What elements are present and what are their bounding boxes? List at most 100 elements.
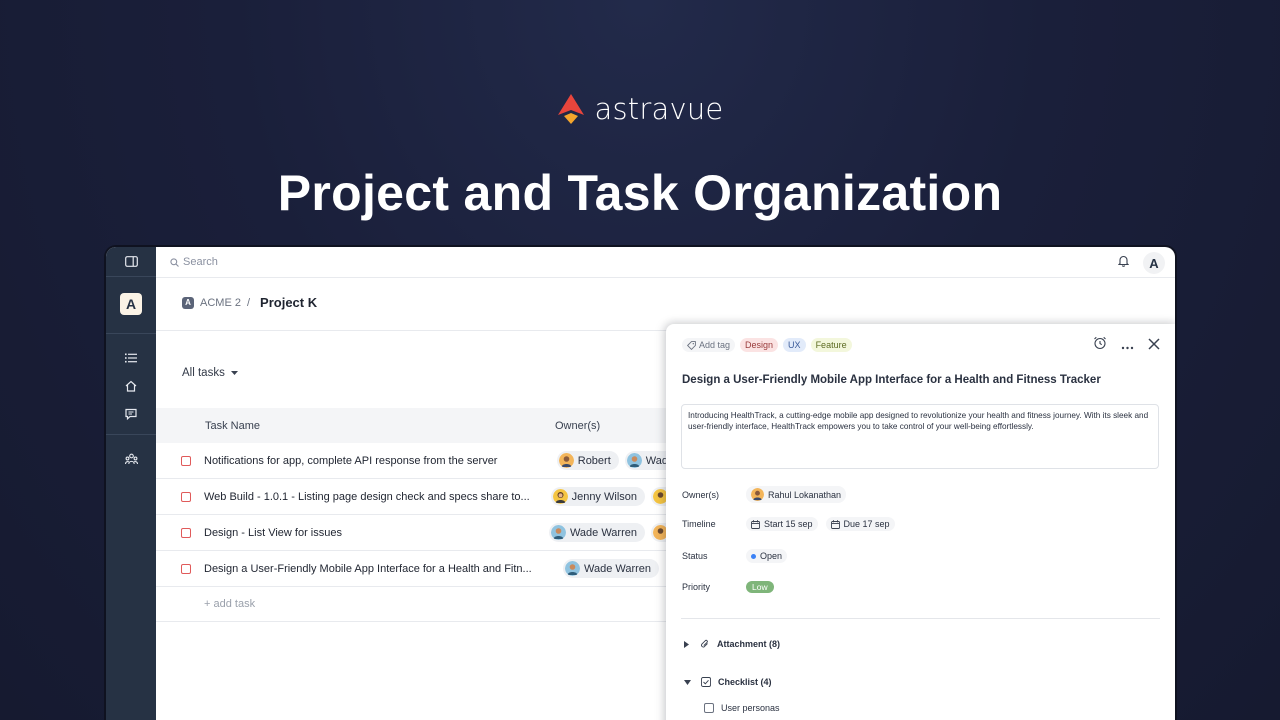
priority-chip[interactable]: Low: [746, 581, 774, 593]
avatar: [565, 561, 580, 576]
owner-pill[interactable]: Wade Warren: [563, 559, 660, 578]
topbar: Search A: [156, 247, 1175, 278]
team-icon[interactable]: [121, 449, 141, 469]
table-row[interactable]: Design - List View for issues Wade Warre…: [156, 515, 676, 551]
task-checkbox[interactable]: [181, 563, 191, 574]
task-description[interactable]: Introducing HealthTrack, a cutting-edge …: [681, 404, 1159, 469]
checklist-item-checkbox[interactable]: [704, 703, 714, 713]
task-checkbox[interactable]: [181, 455, 191, 466]
alarm-clock-icon[interactable]: [1093, 336, 1107, 355]
owner-name: Wade Warren: [569, 526, 637, 539]
tag-design[interactable]: Design: [740, 338, 779, 352]
attachment-section-toggle[interactable]: Attachment (8): [684, 639, 780, 649]
list-icon[interactable]: [121, 348, 141, 368]
attachment-label: Attachment (8): [717, 639, 781, 649]
sidebar-toggle-icon: [124, 256, 138, 267]
workspace-badge: A: [182, 296, 194, 309]
search-placeholder: Search: [183, 256, 218, 268]
tag-icon: [687, 340, 696, 350]
caret-right-icon: [684, 640, 689, 648]
table-row[interactable]: Notifications for app, complete API resp…: [156, 443, 676, 479]
avatar: [751, 488, 764, 501]
calendar-icon: [751, 519, 760, 529]
checklist-section-toggle[interactable]: Checklist (4): [684, 677, 772, 687]
calendar-icon: [830, 519, 840, 529]
task-name[interactable]: Notifications for app, complete API resp…: [204, 455, 549, 467]
add-tag-label: Add tag: [699, 340, 731, 350]
owner-chip[interactable]: Rahul Lokanathan: [746, 486, 847, 503]
priority-field: Priority Low: [682, 581, 774, 593]
task-name[interactable]: Design - List View for issues: [204, 527, 541, 539]
user-avatar[interactable]: A: [1143, 252, 1165, 274]
due-date: Due 17 sep: [843, 519, 890, 529]
task-checkbox[interactable]: [181, 527, 191, 538]
app-frame: A Search A A ACME 2 / Project K All task…: [104, 245, 1177, 720]
add-task-button[interactable]: + add task: [156, 587, 676, 622]
brand: astravue: [0, 92, 1280, 126]
search-icon: [170, 257, 179, 267]
avatar: [550, 525, 566, 540]
start-date: Start 15 sep: [764, 519, 813, 529]
checklist-icon: [701, 677, 711, 687]
filter-label: All tasks: [182, 367, 225, 379]
tag-feature[interactable]: Feature: [810, 338, 852, 352]
status-dot-icon: [751, 553, 756, 559]
owner-name: Jenny Wilson: [571, 490, 637, 503]
add-tag-button[interactable]: Add tag: [682, 338, 736, 352]
search-input[interactable]: Search: [170, 256, 218, 268]
task-checkbox[interactable]: [181, 491, 191, 502]
owner-pill[interactable]: Wade Warren: [548, 523, 645, 542]
task-name[interactable]: Design a User-Friendly Mobile App Interf…: [204, 563, 555, 575]
breadcrumb: A ACME 2 / Project K: [182, 295, 317, 310]
tag-ux[interactable]: UX: [783, 338, 806, 352]
table-row[interactable]: Web Build - 1.0.1 - Listing page design …: [156, 479, 676, 515]
timeline-field: Timeline Start 15 sep Due 17 sep: [682, 517, 895, 531]
status-chip[interactable]: Open: [746, 549, 788, 563]
close-icon[interactable]: [1148, 337, 1160, 355]
task-name[interactable]: Web Build - 1.0.1 - Listing page design …: [204, 491, 543, 503]
start-date-chip[interactable]: Start 15 sep: [746, 517, 818, 531]
owner-pill[interactable]: Robert: [556, 451, 619, 470]
column-task-name[interactable]: Task Name: [156, 420, 555, 432]
breadcrumb-separator: /: [246, 296, 251, 309]
task-table: Task Name Owner(s) Notifications for app…: [156, 408, 676, 622]
more-options-icon[interactable]: [1121, 337, 1134, 355]
owner-name: Wade Warren: [584, 562, 652, 575]
sidebar-toggle[interactable]: [106, 247, 156, 277]
status-field: Status Open: [682, 549, 788, 563]
main-content: Search A A ACME 2 / Project K All tasks: [156, 247, 1175, 720]
paperclip-icon: [701, 639, 708, 648]
breadcrumb-project[interactable]: Project K: [260, 295, 317, 310]
owner-name: Rahul Lokanathan: [768, 489, 842, 500]
panel-divider: [681, 618, 1160, 619]
checklist-label: Checklist (4): [718, 677, 772, 687]
table-header: Task Name Owner(s): [156, 408, 676, 443]
owners-field: Owner(s) Rahul Lokanathan: [682, 486, 847, 503]
due-date-chip[interactable]: Due 17 sep: [825, 517, 895, 531]
owner-name: Robert: [577, 454, 611, 467]
avatar: [552, 489, 568, 504]
sidebar-divider: [106, 434, 156, 435]
workspace-switcher[interactable]: A: [120, 293, 142, 315]
checklist-item-label[interactable]: User personas: [721, 703, 780, 713]
owner-name: Wad: [645, 454, 668, 467]
bell-icon[interactable]: [1117, 254, 1130, 272]
checklist-item: User personas: [704, 703, 780, 713]
table-row[interactable]: Design a User-Friendly Mobile App Interf…: [156, 551, 676, 587]
avatar: [626, 453, 642, 468]
breadcrumb-workspace[interactable]: ACME 2: [200, 297, 241, 309]
home-icon[interactable]: [121, 376, 141, 396]
sidebar: A: [106, 247, 156, 720]
all-tasks-filter[interactable]: All tasks: [182, 367, 238, 379]
owner-pill[interactable]: Jenny Wilson: [550, 487, 645, 506]
priority-label: Priority: [682, 582, 711, 592]
app-window: A Search A A ACME 2 / Project K All task…: [106, 247, 1175, 720]
task-title[interactable]: Design a User-Friendly Mobile App Interf…: [682, 374, 1101, 386]
status-label: Status: [682, 551, 708, 561]
task-detail-panel: Add tag Design UX Feature Design a User-…: [666, 324, 1175, 720]
brand-name: astravue: [594, 92, 724, 126]
avatar: [558, 453, 574, 468]
chat-icon[interactable]: [121, 404, 141, 424]
column-owners[interactable]: Owner(s): [555, 420, 600, 432]
timeline-label: Timeline: [682, 519, 716, 529]
